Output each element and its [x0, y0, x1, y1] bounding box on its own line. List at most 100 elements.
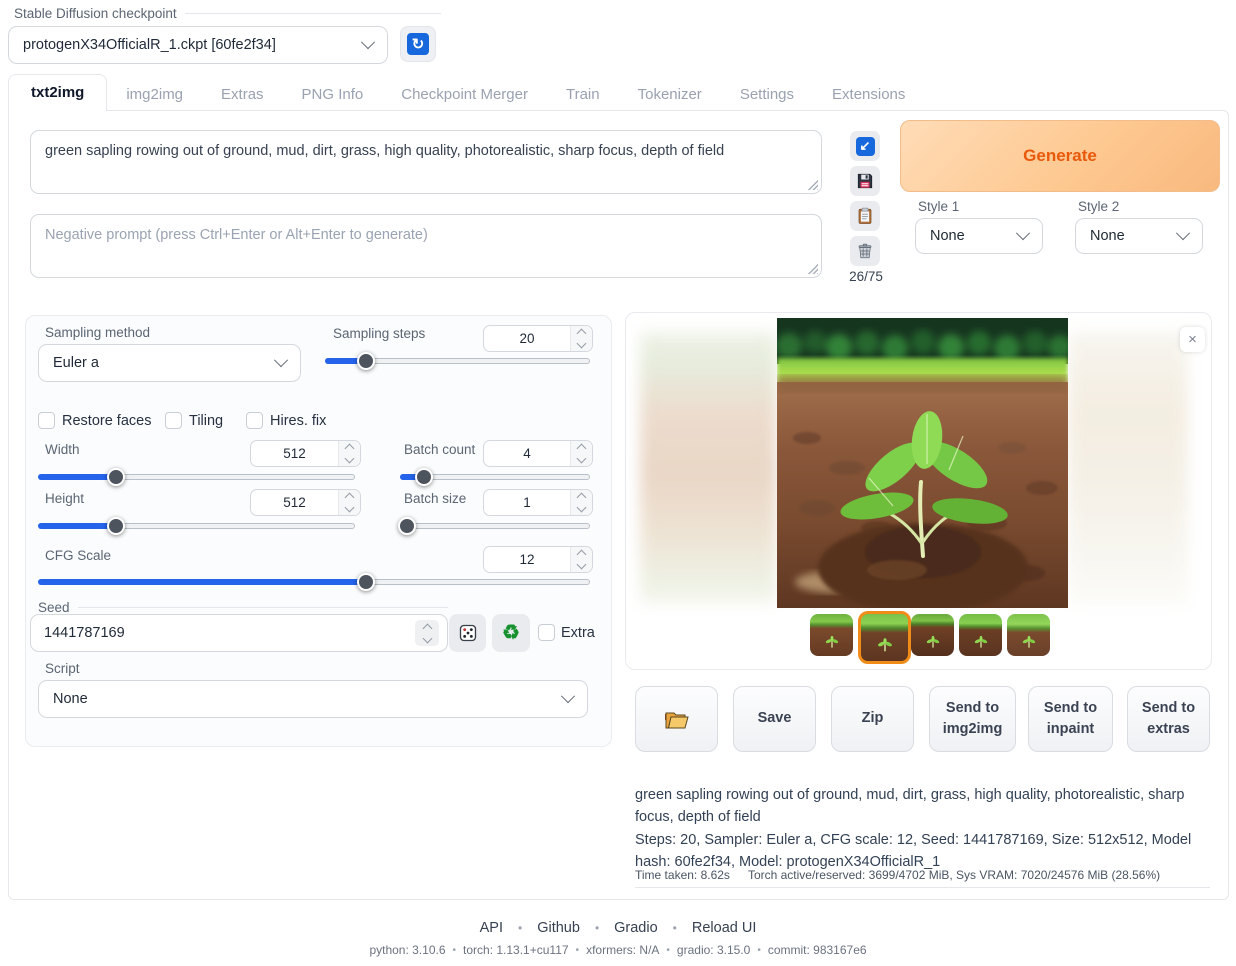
stepper-icon[interactable] [338, 441, 360, 466]
send-to-extras-label: Send to extras [1134, 698, 1203, 740]
send-to-inpaint-button[interactable]: Send to inpaint [1028, 686, 1113, 752]
bullet-separator: • [673, 921, 677, 935]
batch-count-value: 4 [484, 441, 570, 466]
seed-label-row: Seed [38, 600, 448, 615]
send-to-inpaint-label: Send to inpaint [1035, 698, 1106, 740]
style1-select[interactable]: None [915, 218, 1043, 254]
extra-seed-checkbox[interactable] [538, 624, 555, 641]
script-value: None [53, 691, 88, 707]
batch-size-input[interactable]: 1 [483, 489, 593, 516]
width-slider-thumb[interactable] [107, 468, 125, 486]
xformers-version: xformers: N/A [586, 943, 659, 957]
generate-button[interactable]: Generate [900, 120, 1220, 192]
tab-png-info[interactable]: PNG Info [283, 78, 383, 111]
stepper-icon[interactable] [570, 547, 592, 572]
checkpoint-select[interactable]: protogenX34OfficialR_1.ckpt [60fe2f34] [8, 26, 388, 64]
batch-count-input[interactable]: 4 [483, 440, 593, 467]
stepper-icon[interactable] [338, 490, 360, 515]
torch-version: torch: 1.13.1+cu117 [463, 943, 569, 957]
vram-stats: Torch active/reserved: 3699/4702 MiB, Sy… [748, 868, 1160, 882]
tab-txt2img[interactable]: txt2img [8, 74, 107, 111]
tab-extras[interactable]: Extras [202, 78, 283, 111]
height-input[interactable]: 512 [250, 489, 361, 516]
seed-input[interactable]: 1441787169 [30, 614, 448, 652]
chevron-down-icon [361, 35, 375, 49]
tab-train[interactable]: Train [547, 78, 619, 111]
height-slider-thumb[interactable] [107, 517, 125, 535]
cfg-scale-slider-thumb[interactable] [357, 573, 375, 591]
zip-label: Zip [862, 708, 884, 729]
footer-link-api[interactable]: API [480, 920, 503, 936]
tab-tokenizer[interactable]: Tokenizer [619, 78, 721, 111]
gallery-thumbnail-4[interactable] [959, 614, 1002, 656]
footer-link-gradio[interactable]: Gradio [614, 920, 658, 936]
save-button[interactable]: Save [733, 686, 816, 752]
hires-fix-checkbox[interactable] [246, 412, 263, 429]
tab-settings[interactable]: Settings [721, 78, 813, 111]
batch-size-slider[interactable] [400, 523, 590, 529]
sampling-steps-input[interactable]: 20 [483, 325, 593, 352]
zip-button[interactable]: Zip [831, 686, 914, 752]
refresh-checkpoint-button[interactable]: ↻ [400, 26, 436, 62]
batch-count-label: Batch count [404, 442, 475, 457]
save-style-button[interactable] [850, 166, 880, 196]
bullet-separator: • [757, 945, 761, 956]
sampling-steps-slider-thumb[interactable] [357, 352, 375, 370]
batch-size-label: Batch size [404, 491, 466, 506]
checkpoint-value: protogenX34OfficialR_1.ckpt [60fe2f34] [23, 37, 276, 53]
open-folder-button[interactable] [635, 686, 718, 752]
python-version: python: 3.10.6 [369, 943, 445, 957]
cfg-scale-slider-fill [38, 579, 366, 585]
stepper-icon[interactable] [415, 620, 439, 646]
reuse-seed-button[interactable]: ♻ [492, 614, 530, 652]
bullet-separator: • [595, 921, 599, 935]
stepper-icon[interactable] [570, 326, 592, 351]
footer-link-github[interactable]: Github [537, 920, 580, 936]
batch-size-slider-thumb[interactable] [398, 517, 416, 535]
script-label: Script [45, 661, 80, 676]
recycle-icon: ♻ [502, 623, 520, 643]
tiling-checkbox[interactable] [165, 412, 182, 429]
gallery-thumbnail-2-selected[interactable] [858, 611, 911, 664]
apply-style-button[interactable] [850, 201, 880, 231]
commit-hash: commit: 983167e6 [768, 943, 867, 957]
tab-img2img[interactable]: img2img [107, 78, 202, 111]
gallery-ghost-right [1068, 332, 1188, 604]
cfg-scale-value: 12 [484, 547, 570, 572]
tab-checkpoint-merger[interactable]: Checkpoint Merger [382, 78, 547, 111]
style2-select[interactable]: None [1075, 218, 1203, 254]
close-gallery-button[interactable]: × [1180, 327, 1205, 352]
send-to-extras-button[interactable]: Send to extras [1127, 686, 1210, 752]
folder-icon [663, 708, 691, 730]
paste-params-button[interactable]: ↙ [850, 131, 880, 161]
gallery-thumbnail-3[interactable] [911, 614, 954, 656]
tab-extensions[interactable]: Extensions [813, 78, 924, 111]
clear-prompt-button[interactable] [850, 236, 880, 266]
hires-fix-label: Hires. fix [270, 413, 326, 429]
random-seed-button[interactable] [449, 614, 486, 652]
trash-icon [856, 242, 874, 260]
style1-value: None [930, 228, 965, 244]
gallery-thumbnail-5[interactable] [1007, 614, 1050, 656]
gallery-thumbnail-1[interactable] [810, 614, 853, 656]
stepper-icon[interactable] [570, 441, 592, 466]
thumbnail-image [824, 634, 840, 650]
sampling-method-select[interactable]: Euler a [38, 344, 301, 382]
footer-link-reload-ui[interactable]: Reload UI [692, 920, 756, 936]
send-to-img2img-button[interactable]: Send to img2img [929, 686, 1016, 752]
script-select[interactable]: None [38, 680, 588, 718]
height-value: 512 [251, 490, 338, 515]
prompt-input[interactable]: green sapling rowing out of ground, mud,… [31, 131, 821, 193]
chevron-down-icon [274, 353, 288, 367]
batch-count-slider-thumb[interactable] [415, 468, 433, 486]
checkpoint-label-row: Stable Diffusion checkpoint [14, 6, 441, 21]
generated-image[interactable] [777, 318, 1068, 608]
stepper-icon[interactable] [570, 490, 592, 515]
cfg-scale-input[interactable]: 12 [483, 546, 593, 573]
footer-versions: python: 3.10.6 • torch: 1.13.1+cu117 • x… [0, 943, 1236, 957]
restore-faces-checkbox[interactable] [38, 412, 55, 429]
bullet-separator: • [453, 945, 457, 956]
width-input[interactable]: 512 [250, 440, 361, 467]
negative-prompt-input[interactable] [31, 215, 821, 277]
clipboard-icon [856, 207, 874, 225]
